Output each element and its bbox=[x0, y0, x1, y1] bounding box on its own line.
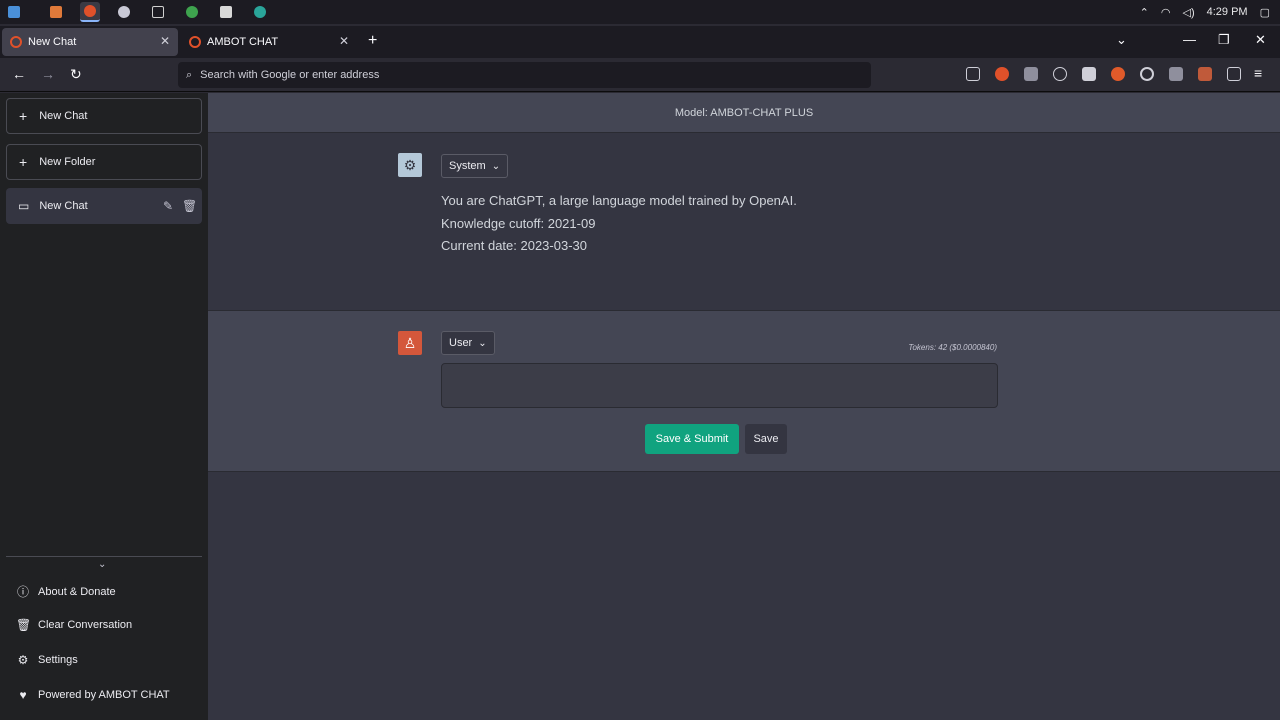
role-label: User bbox=[449, 337, 473, 349]
system-line: Knowledge cutoff: 2021-09 bbox=[441, 215, 596, 231]
tab-new-chat[interactable]: New Chat ✕ bbox=[2, 28, 178, 56]
address-placeholder: Search with Google or enter address bbox=[200, 69, 380, 81]
telegram-icon[interactable] bbox=[250, 2, 270, 22]
back-icon[interactable]: ← bbox=[12, 66, 26, 82]
devtools-extension-icon[interactable] bbox=[966, 67, 980, 81]
start-icon[interactable] bbox=[4, 2, 24, 22]
powered-by-link[interactable]: ♥ Powered by AMBOT CHAT bbox=[16, 688, 170, 702]
tab-label: AMBOT CHAT bbox=[207, 36, 279, 48]
settings-label: Settings bbox=[38, 654, 78, 666]
info-icon: ⓘ bbox=[16, 585, 29, 599]
hamburger-menu-icon[interactable]: ≡ bbox=[1254, 65, 1262, 81]
trash-icon: 🗑 bbox=[16, 618, 32, 632]
user-role-select[interactable]: User ⌄ bbox=[441, 331, 495, 355]
extension-icon[interactable] bbox=[1169, 67, 1183, 81]
restore-icon[interactable]: ❐ bbox=[1218, 32, 1230, 48]
clock[interactable]: 4:29 PM bbox=[1207, 6, 1248, 18]
chevron-down-icon: ⌄ bbox=[478, 337, 487, 349]
notes-icon[interactable] bbox=[216, 2, 236, 22]
user-avatar-icon: ♙ bbox=[398, 331, 422, 355]
model-label: Model: AMBOT-CHAT PLUS bbox=[674, 106, 814, 119]
firefox-icon[interactable] bbox=[80, 2, 100, 22]
gear-icon: ⚙ bbox=[17, 653, 29, 667]
close-icon[interactable]: ✕ bbox=[160, 34, 170, 48]
gear-icon: ⚙ bbox=[398, 153, 422, 177]
edit-icon[interactable]: ✎ bbox=[163, 199, 173, 213]
user-message: ♙ User ⌄ Tokens: 42 ($0.0000840) Save & … bbox=[208, 310, 1280, 472]
extension-icon[interactable] bbox=[1140, 67, 1154, 81]
sidebar-divider bbox=[6, 556, 202, 557]
token-count: Tokens: 42 ($0.0000840) bbox=[908, 343, 997, 352]
tab-list-chevron-icon[interactable]: ⌄ bbox=[1116, 32, 1127, 48]
new-tab-icon[interactable]: + bbox=[368, 32, 377, 50]
forward-icon[interactable]: → bbox=[41, 66, 55, 82]
system-tray: ⌃ ◠ ◁) 4:29 PM ▢ bbox=[1140, 0, 1270, 24]
browser-navbar: ← → ↻ ⌕ Search with Google or enter addr… bbox=[0, 58, 1280, 92]
chevron-down-icon: ⌄ bbox=[491, 160, 501, 172]
terminal-icon[interactable] bbox=[148, 2, 168, 22]
chat-main: Model: AMBOT-CHAT PLUS ⚙ System ⌄ You ar… bbox=[208, 93, 1280, 720]
user-message-input[interactable] bbox=[441, 363, 998, 408]
search-icon: ⌕ bbox=[186, 68, 193, 81]
extension-icon[interactable] bbox=[1024, 67, 1038, 81]
tab-ambot-chat[interactable]: AMBOT CHAT ✕ bbox=[181, 28, 357, 56]
chrome-icon[interactable] bbox=[182, 2, 202, 22]
settings-button[interactable]: ⚙ Settings bbox=[16, 653, 78, 667]
new-folder-button[interactable]: + New Folder bbox=[6, 144, 202, 180]
browser-tabstrip: New Chat ✕ AMBOT CHAT ✕ + ⌄ — ❐ ✕ bbox=[0, 26, 1280, 58]
os-taskbar: ⌃ ◠ ◁) 4:29 PM ▢ bbox=[0, 0, 1280, 24]
trash-icon[interactable]: 🗑 bbox=[182, 199, 197, 213]
clear-conversation-button[interactable]: 🗑 Clear Conversation bbox=[16, 618, 132, 632]
about-donate-button[interactable]: ⓘ About & Donate bbox=[16, 583, 116, 600]
extension-icon[interactable] bbox=[1111, 67, 1125, 81]
address-bar[interactable]: ⌕ Search with Google or enter address bbox=[178, 62, 871, 88]
ambot-favicon-icon bbox=[10, 36, 22, 48]
powered-by-label: Powered by AMBOT CHAT bbox=[38, 689, 170, 701]
volume-icon[interactable]: ◁) bbox=[1183, 6, 1195, 19]
grid-extension-icon[interactable] bbox=[1082, 67, 1096, 81]
plus-icon: + bbox=[19, 154, 28, 170]
system-line: You are ChatGPT, a large language model … bbox=[441, 193, 797, 208]
chat-item-label: New Chat bbox=[39, 200, 88, 212]
tab-label: New Chat bbox=[28, 36, 77, 48]
model-header: Model: AMBOT-CHAT PLUS bbox=[208, 93, 1280, 133]
chat-bubble-icon: ▭ bbox=[18, 199, 30, 213]
extension-icon[interactable] bbox=[995, 67, 1009, 81]
reload-icon[interactable]: ↻ bbox=[70, 66, 82, 83]
new-chat-label: New Chat bbox=[39, 110, 88, 122]
system-prompt-text: You are ChatGPT, a large language model … bbox=[441, 190, 797, 258]
chevron-down-icon[interactable]: ⌄ bbox=[98, 559, 106, 570]
new-folder-label: New Folder bbox=[39, 156, 96, 168]
system-role-select[interactable]: System ⌄ bbox=[441, 154, 509, 178]
heart-icon: ♥ bbox=[19, 688, 27, 702]
about-donate-label: About & Donate bbox=[38, 585, 116, 598]
extension-icon[interactable] bbox=[1198, 67, 1212, 81]
files-icon[interactable] bbox=[46, 2, 66, 22]
role-label: System bbox=[449, 160, 486, 172]
ambot-favicon-icon bbox=[189, 36, 201, 48]
extensions-puzzle-icon[interactable] bbox=[1227, 67, 1241, 81]
minimize-icon[interactable]: — bbox=[1183, 32, 1196, 47]
sidebar: + New Chat + New Folder ▭ New Chat ✎ 🗑 ⌄… bbox=[0, 93, 208, 720]
globe-icon[interactable] bbox=[114, 2, 134, 22]
close-icon[interactable]: ✕ bbox=[339, 34, 349, 48]
wifi-icon[interactable]: ◠ bbox=[1161, 6, 1171, 19]
new-chat-button[interactable]: + New Chat bbox=[6, 98, 202, 134]
chevron-up-icon[interactable]: ⌃ bbox=[1140, 6, 1149, 19]
save-button[interactable]: Save bbox=[745, 424, 787, 454]
notification-icon[interactable]: ▢ bbox=[1260, 6, 1270, 19]
extension-icon[interactable] bbox=[1053, 67, 1067, 81]
system-message: ⚙ System ⌄ You are ChatGPT, a large lang… bbox=[208, 134, 1280, 310]
sidebar-chat-item[interactable]: ▭ New Chat ✎ 🗑 bbox=[6, 188, 202, 224]
clear-conversation-label: Clear Conversation bbox=[38, 619, 133, 631]
save-submit-button[interactable]: Save & Submit bbox=[645, 424, 739, 454]
window-close-icon[interactable]: ✕ bbox=[1255, 32, 1266, 48]
plus-icon: + bbox=[19, 108, 28, 124]
system-line: Current date: 2023-03-30 bbox=[441, 238, 587, 253]
